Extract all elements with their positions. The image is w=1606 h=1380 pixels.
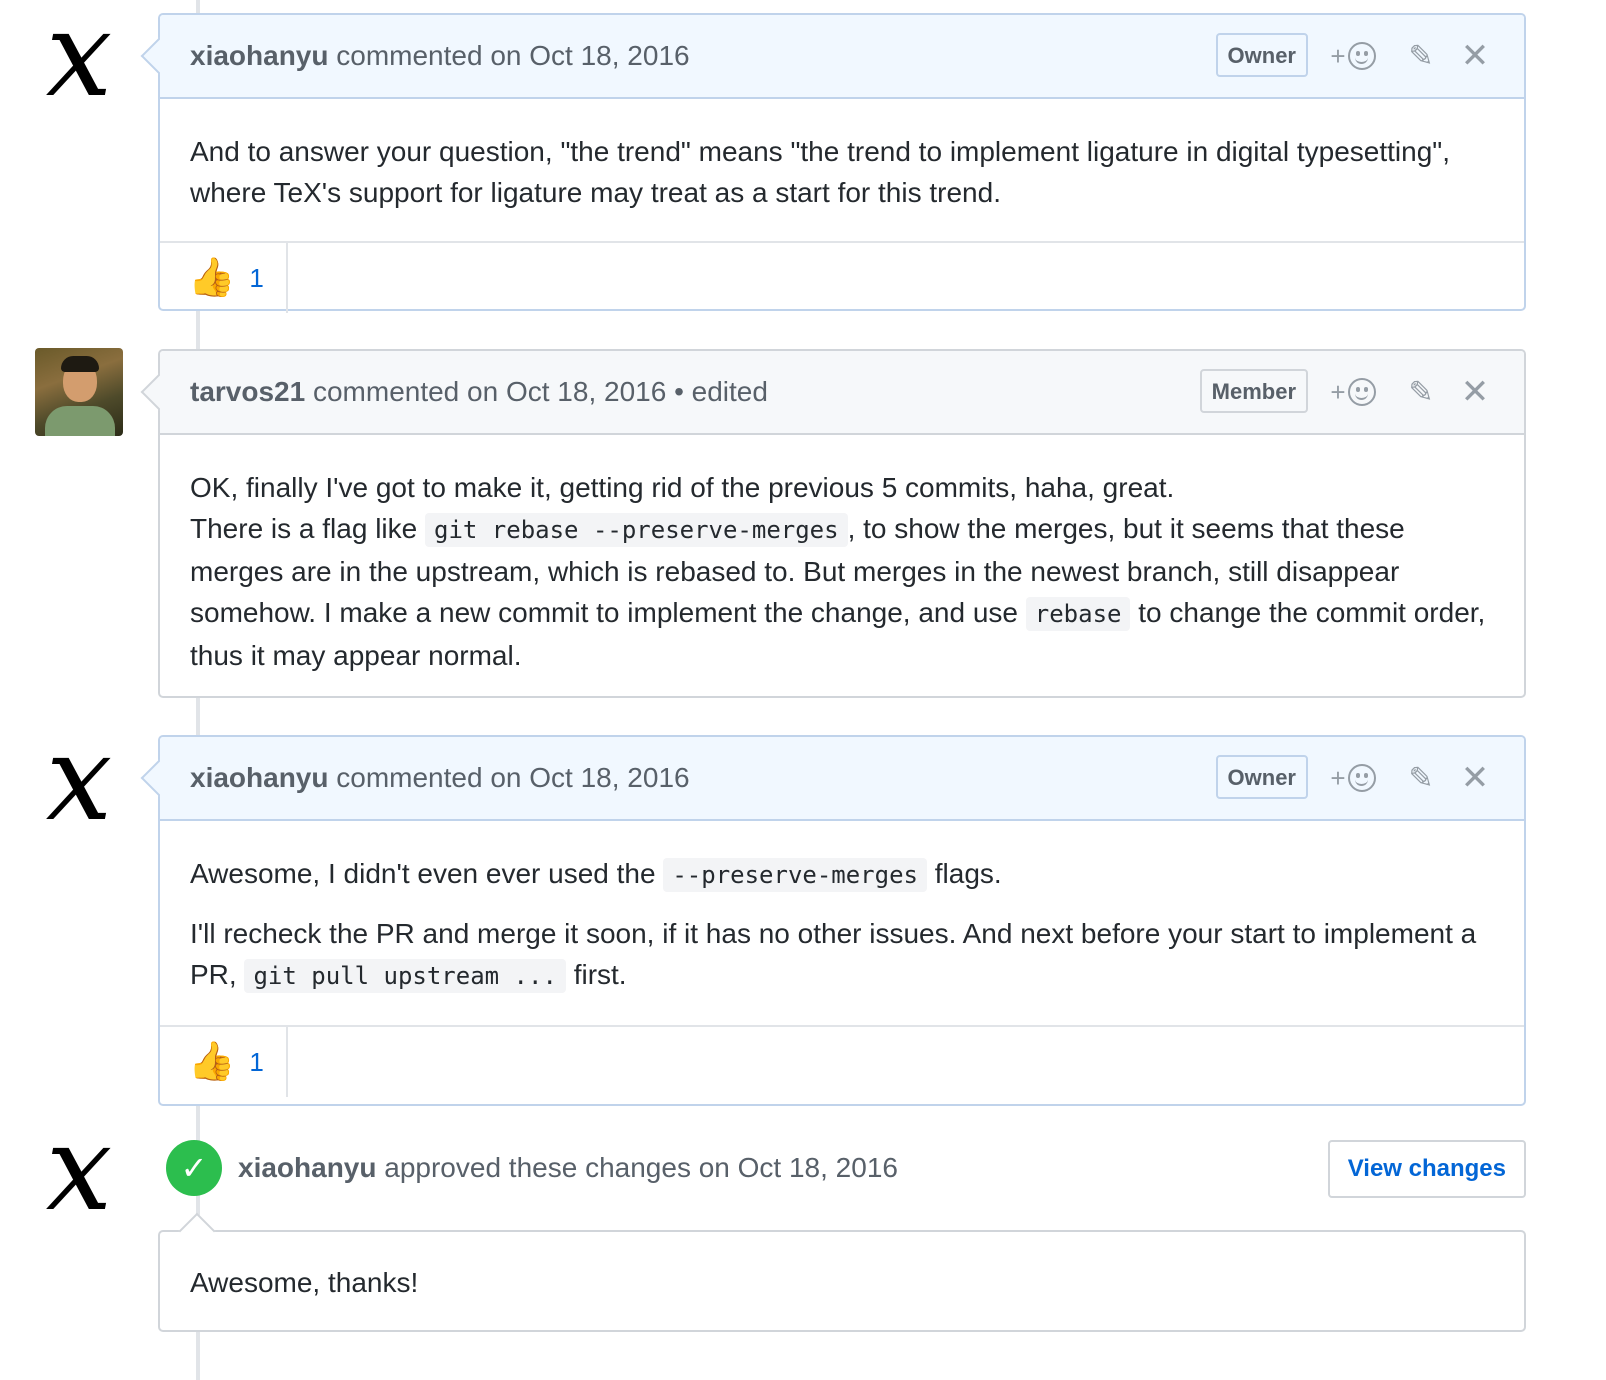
- add-reaction-button[interactable]: +: [1322, 377, 1384, 408]
- approved-check-icon: ✓: [166, 1140, 222, 1196]
- reaction-count: 1: [249, 262, 264, 293]
- reaction-count: 1: [249, 1046, 264, 1077]
- comment-header: tarvos21 commented on Oct 18, 2016 • edi…: [160, 351, 1524, 435]
- close-icon: ✕: [1460, 373, 1490, 411]
- comment-header: xiaohanyu commented on Oct 18, 2016 Owne…: [160, 15, 1524, 99]
- comment-timestamp[interactable]: commented on Oct 18, 2016 • edited: [313, 376, 768, 407]
- comment-author-link[interactable]: xiaohanyu: [190, 40, 328, 71]
- review-meta[interactable]: approved these changes on Oct 18, 2016: [384, 1152, 898, 1183]
- comment-text: There is a flag like: [190, 513, 418, 544]
- edit-button[interactable]: ✎: [1394, 375, 1448, 410]
- owner-badge: Owner: [1215, 33, 1308, 77]
- avatar-hair: [61, 356, 99, 372]
- comment: xiaohanyu commented on Oct 18, 2016 Owne…: [140, 13, 1526, 313]
- avatar-glyph: x: [45, 0, 113, 123]
- plus-icon: +: [1330, 376, 1346, 407]
- comment: tarvos21 commented on Oct 18, 2016 • edi…: [140, 349, 1526, 698]
- review-header-text: xiaohanyu approved these changes on Oct …: [238, 1138, 898, 1198]
- comment-text: flags.: [934, 858, 1002, 889]
- pencil-icon: ✎: [1408, 761, 1434, 795]
- member-badge: Member: [1199, 369, 1308, 413]
- delete-button[interactable]: ✕: [1448, 36, 1502, 76]
- comment-header-text: xiaohanyu commented on Oct 18, 2016: [190, 737, 690, 819]
- smiley-icon: [1347, 42, 1376, 70]
- review-author-link[interactable]: xiaohanyu: [238, 1152, 376, 1183]
- view-changes-button[interactable]: View changes: [1327, 1140, 1526, 1198]
- comment-body: Awesome, thanks!: [160, 1232, 1524, 1331]
- avatar-shirt: [45, 406, 115, 436]
- review-comment: Awesome, thanks!: [158, 1212, 1526, 1332]
- close-icon: ✕: [1460, 37, 1490, 75]
- comment-header: xiaohanyu commented on Oct 18, 2016 Owne…: [160, 737, 1524, 821]
- comment-timestamp[interactable]: commented on Oct 18, 2016: [336, 762, 689, 793]
- comment-author-link[interactable]: xiaohanyu: [190, 762, 328, 793]
- smiley-icon: [1347, 378, 1376, 406]
- comment-paragraph: Awesome, I didn't even ever used the --p…: [190, 853, 1494, 896]
- smiley-icon: [1347, 764, 1376, 792]
- comment-text: first.: [573, 959, 627, 990]
- comment-header-text: xiaohanyu commented on Oct 18, 2016: [190, 15, 690, 97]
- thumbs-up-reaction[interactable]: 👍 1: [160, 1027, 288, 1097]
- add-reaction-button[interactable]: +: [1322, 41, 1384, 72]
- pencil-icon: ✎: [1408, 39, 1434, 73]
- comment-paragraph: OK, finally I've got to make it, getting…: [190, 467, 1494, 676]
- comment-text: Awesome, I didn't even ever used the: [190, 858, 656, 889]
- avatar[interactable]: x: [35, 0, 123, 113]
- owner-badge: Owner: [1215, 755, 1308, 799]
- delete-button[interactable]: ✕: [1448, 758, 1502, 798]
- close-icon: ✕: [1460, 759, 1490, 797]
- comment-body: OK, finally I've got to make it, getting…: [160, 435, 1524, 704]
- comment-actions: + ✎ ✕: [1322, 15, 1502, 97]
- comment: xiaohanyu commented on Oct 18, 2016 Owne…: [140, 735, 1526, 1106]
- thumbs-up-icon: 👍: [188, 257, 236, 299]
- reactions-bar: 👍 1: [160, 241, 1524, 313]
- thumbs-up-reaction[interactable]: 👍 1: [160, 243, 288, 313]
- review-event: ✓ xiaohanyu approved these changes on Oc…: [166, 1138, 1526, 1198]
- plus-icon: +: [1330, 40, 1346, 71]
- comment-text: And to answer your question, "the trend"…: [190, 136, 1451, 208]
- comment-body: Awesome, I didn't even ever used the --p…: [160, 821, 1524, 1025]
- avatar[interactable]: x: [35, 1109, 123, 1227]
- comment-paragraph: I'll recheck the PR and merge it soon, i…: [190, 913, 1494, 997]
- avatar-glyph: x: [45, 1099, 113, 1237]
- comment-text: OK, finally I've got to make it, getting…: [190, 472, 1175, 503]
- edit-button[interactable]: ✎: [1394, 761, 1448, 796]
- comment-actions: + ✎ ✕: [1322, 737, 1502, 819]
- pencil-icon: ✎: [1408, 375, 1434, 409]
- comment-author-link[interactable]: tarvos21: [190, 376, 305, 407]
- comment-timestamp[interactable]: commented on Oct 18, 2016: [336, 40, 689, 71]
- avatar[interactable]: x: [35, 719, 123, 837]
- avatar[interactable]: [35, 348, 123, 436]
- comment-text: Awesome, thanks!: [190, 1267, 419, 1298]
- avatar-glyph: x: [45, 709, 113, 847]
- add-reaction-button[interactable]: +: [1322, 763, 1384, 794]
- delete-button[interactable]: ✕: [1448, 372, 1502, 412]
- reactions-bar: 👍 1: [160, 1025, 1524, 1097]
- comment-body: And to answer your question, "the trend"…: [160, 99, 1524, 241]
- comment-header-text: tarvos21 commented on Oct 18, 2016 • edi…: [190, 351, 768, 433]
- edit-button[interactable]: ✎: [1394, 39, 1448, 74]
- inline-code: git pull upstream ...: [244, 959, 566, 993]
- inline-code: git rebase --preserve-merges: [425, 513, 848, 547]
- thumbs-up-icon: 👍: [188, 1041, 236, 1083]
- plus-icon: +: [1330, 762, 1346, 793]
- inline-code: rebase: [1025, 597, 1131, 631]
- comment-actions: + ✎ ✕: [1322, 351, 1502, 433]
- inline-code: --preserve-merges: [663, 858, 927, 892]
